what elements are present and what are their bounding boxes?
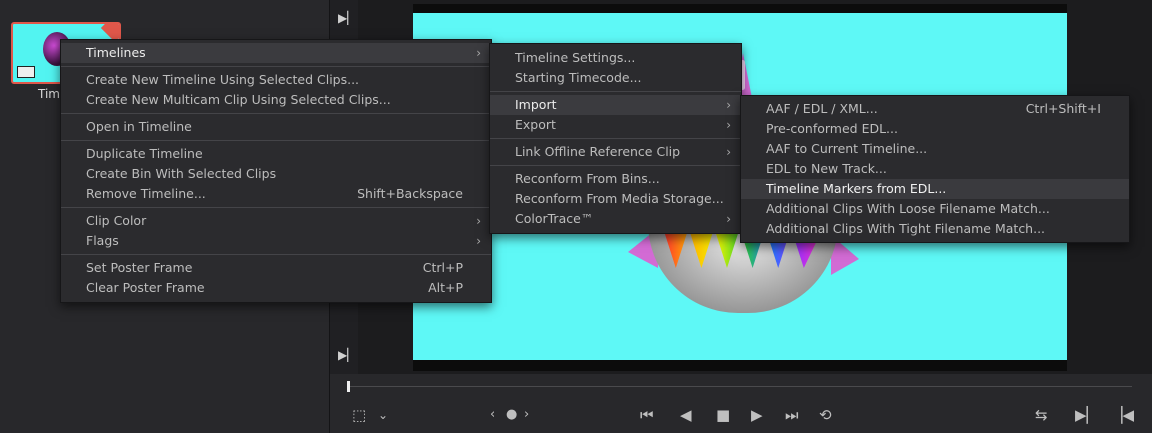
menu-item-create-new-timeline-using-selected-clips[interactable]: Create New Timeline Using Selected Clips…: [61, 70, 491, 90]
menu-item-label: Pre-conformed EDL...: [766, 121, 898, 136]
submenu-arrow-icon: ›: [726, 118, 731, 132]
menu-item-remove-timeline[interactable]: Remove Timeline... Shift+Backspace: [61, 184, 491, 204]
prev-frame-icon[interactable]: ▕◀: [1111, 405, 1134, 425]
menu-item-colortrace[interactable]: ColorTrace™ ›: [490, 209, 741, 229]
menu-item-additional-clips-with-loose-filename-match[interactable]: Additional Clips With Loose Filename Mat…: [741, 199, 1129, 219]
play-reverse-icon[interactable]: ◀: [680, 405, 692, 425]
scrubber-track[interactable]: [348, 386, 1132, 387]
menu-separator: [490, 165, 741, 166]
play-icon[interactable]: ▶: [751, 405, 763, 425]
timelines-submenu: Timeline Settings... Starting Timecode...…: [489, 43, 742, 234]
menu-shortcut: Alt+P: [428, 280, 463, 295]
playhead[interactable]: [347, 381, 350, 392]
menu-separator: [490, 138, 741, 139]
timeline-icon: [17, 66, 35, 78]
menu-item-label: Duplicate Timeline: [86, 146, 203, 161]
submenu-arrow-icon: ›: [476, 46, 481, 60]
menu-item-starting-timecode[interactable]: Starting Timecode...: [490, 68, 741, 88]
menu-item-timeline-settings[interactable]: Timeline Settings...: [490, 48, 741, 68]
import-submenu: AAF / EDL / XML... Ctrl+Shift+I Pre-confor…: [740, 95, 1130, 243]
menu-item-label: Export: [515, 117, 556, 132]
menu-separator: [490, 91, 741, 92]
match-frame-icon[interactable]: ⇆: [1035, 405, 1048, 425]
menu-separator: [61, 66, 491, 67]
menu-separator: [61, 207, 491, 208]
menu-item-label: Timeline Settings...: [515, 50, 636, 65]
menu-item-label: Remove Timeline...: [86, 186, 206, 201]
menu-item-label: Additional Clips With Tight Filename Mat…: [766, 221, 1046, 236]
menu-item-label: Open in Timeline: [86, 119, 192, 134]
menu-shortcut: Ctrl+P: [422, 260, 463, 275]
menu-item-label: Import: [515, 97, 557, 112]
menu-item-additional-clips-with-tight-filename-match[interactable]: Additional Clips With Tight Filename Mat…: [741, 219, 1129, 239]
next-frame-icon[interactable]: ▶▏: [1075, 405, 1098, 425]
menu-item-label: Create Bin With Selected Clips: [86, 166, 277, 181]
expand-arrow-top-icon[interactable]: ▶▏: [338, 11, 356, 25]
transform-icon[interactable]: ⬚: [352, 405, 366, 425]
expand-arrow-bottom-icon[interactable]: ▶▏: [338, 348, 356, 362]
jump-start-icon[interactable]: ⏮: [640, 405, 654, 425]
menu-item-label: EDL to New Track...: [766, 161, 887, 176]
menu-item-flags[interactable]: Flags ›: [61, 231, 491, 251]
menu-item-aaf-edl-xml[interactable]: AAF / EDL / XML... Ctrl+Shift+I: [741, 99, 1129, 119]
dot-icon[interactable]: ●: [506, 405, 517, 425]
menu-item-reconform-from-bins[interactable]: Reconform From Bins...: [490, 169, 741, 189]
menu-item-aaf-to-current-timeline[interactable]: AAF to Current Timeline...: [741, 139, 1129, 159]
menu-item-label: Link Offline Reference Clip: [515, 144, 681, 159]
menu-item-set-poster-frame[interactable]: Set Poster Frame Ctrl+P: [61, 258, 491, 278]
menu-item-edl-to-new-track[interactable]: EDL to New Track...: [741, 159, 1129, 179]
menu-item-timelines[interactable]: Timelines ›: [61, 43, 491, 63]
prev-clip-icon[interactable]: ‹: [490, 405, 495, 425]
menu-shortcut: Ctrl+Shift+I: [1025, 101, 1101, 116]
menu-item-import[interactable]: Import ›: [490, 95, 741, 115]
transport-bar: [330, 374, 1152, 433]
context-menu: Timelines › Create New Timeline Using Se…: [60, 39, 492, 303]
menu-item-label: Flags: [86, 233, 119, 248]
menu-item-label: Create New Multicam Clip Using Selected …: [86, 92, 391, 107]
submenu-arrow-icon: ›: [726, 98, 731, 112]
menu-item-create-bin-with-selected-clips[interactable]: Create Bin With Selected Clips: [61, 164, 491, 184]
menu-shortcut: Shift+Backspace: [357, 186, 463, 201]
menu-separator: [61, 140, 491, 141]
menu-item-clip-color[interactable]: Clip Color ›: [61, 211, 491, 231]
menu-item-open-in-timeline[interactable]: Open in Timeline: [61, 117, 491, 137]
menu-item-export[interactable]: Export ›: [490, 115, 741, 135]
menu-item-label: Set Poster Frame: [86, 260, 193, 275]
menu-item-reconform-from-media-storage[interactable]: Reconform From Media Storage...: [490, 189, 741, 209]
menu-separator: [61, 113, 491, 114]
submenu-arrow-icon: ›: [726, 145, 731, 159]
menu-item-pre-conformed-edl[interactable]: Pre-conformed EDL...: [741, 119, 1129, 139]
menu-item-label: Timeline Markers from EDL...: [766, 181, 947, 196]
menu-item-label: AAF to Current Timeline...: [766, 141, 928, 156]
menu-item-label: Clip Color: [86, 213, 147, 228]
chevron-down-icon[interactable]: ⌄: [378, 405, 388, 425]
next-clip-icon[interactable]: ›: [524, 405, 529, 425]
menu-item-create-new-multicam-clip-using-selected-clips[interactable]: Create New Multicam Clip Using Selected …: [61, 90, 491, 110]
stop-icon[interactable]: ■: [716, 405, 730, 425]
menu-item-link-offline-reference-clip[interactable]: Link Offline Reference Clip ›: [490, 142, 741, 162]
menu-item-label: Reconform From Bins...: [515, 171, 660, 186]
menu-item-label: ColorTrace™: [515, 211, 594, 226]
menu-item-label: Starting Timecode...: [515, 70, 642, 85]
menu-item-clear-poster-frame[interactable]: Clear Poster Frame Alt+P: [61, 278, 491, 298]
jump-end-icon[interactable]: ⏭: [785, 405, 799, 425]
submenu-arrow-icon: ›: [476, 214, 481, 228]
menu-item-label: Clear Poster Frame: [86, 280, 205, 295]
menu-item-label: Create New Timeline Using Selected Clips…: [86, 72, 360, 87]
menu-item-label: AAF / EDL / XML...: [766, 101, 878, 116]
menu-item-timeline-markers-from-edl[interactable]: Timeline Markers from EDL...: [741, 179, 1129, 199]
submenu-arrow-icon: ›: [726, 212, 731, 226]
menu-item-label: Additional Clips With Loose Filename Mat…: [766, 201, 1050, 216]
menu-separator: [61, 254, 491, 255]
menu-item-duplicate-timeline[interactable]: Duplicate Timeline: [61, 144, 491, 164]
loop-icon[interactable]: ⟲: [819, 405, 832, 425]
menu-item-label: Timelines: [86, 45, 146, 60]
submenu-arrow-icon: ›: [476, 234, 481, 248]
menu-item-label: Reconform From Media Storage...: [515, 191, 724, 206]
